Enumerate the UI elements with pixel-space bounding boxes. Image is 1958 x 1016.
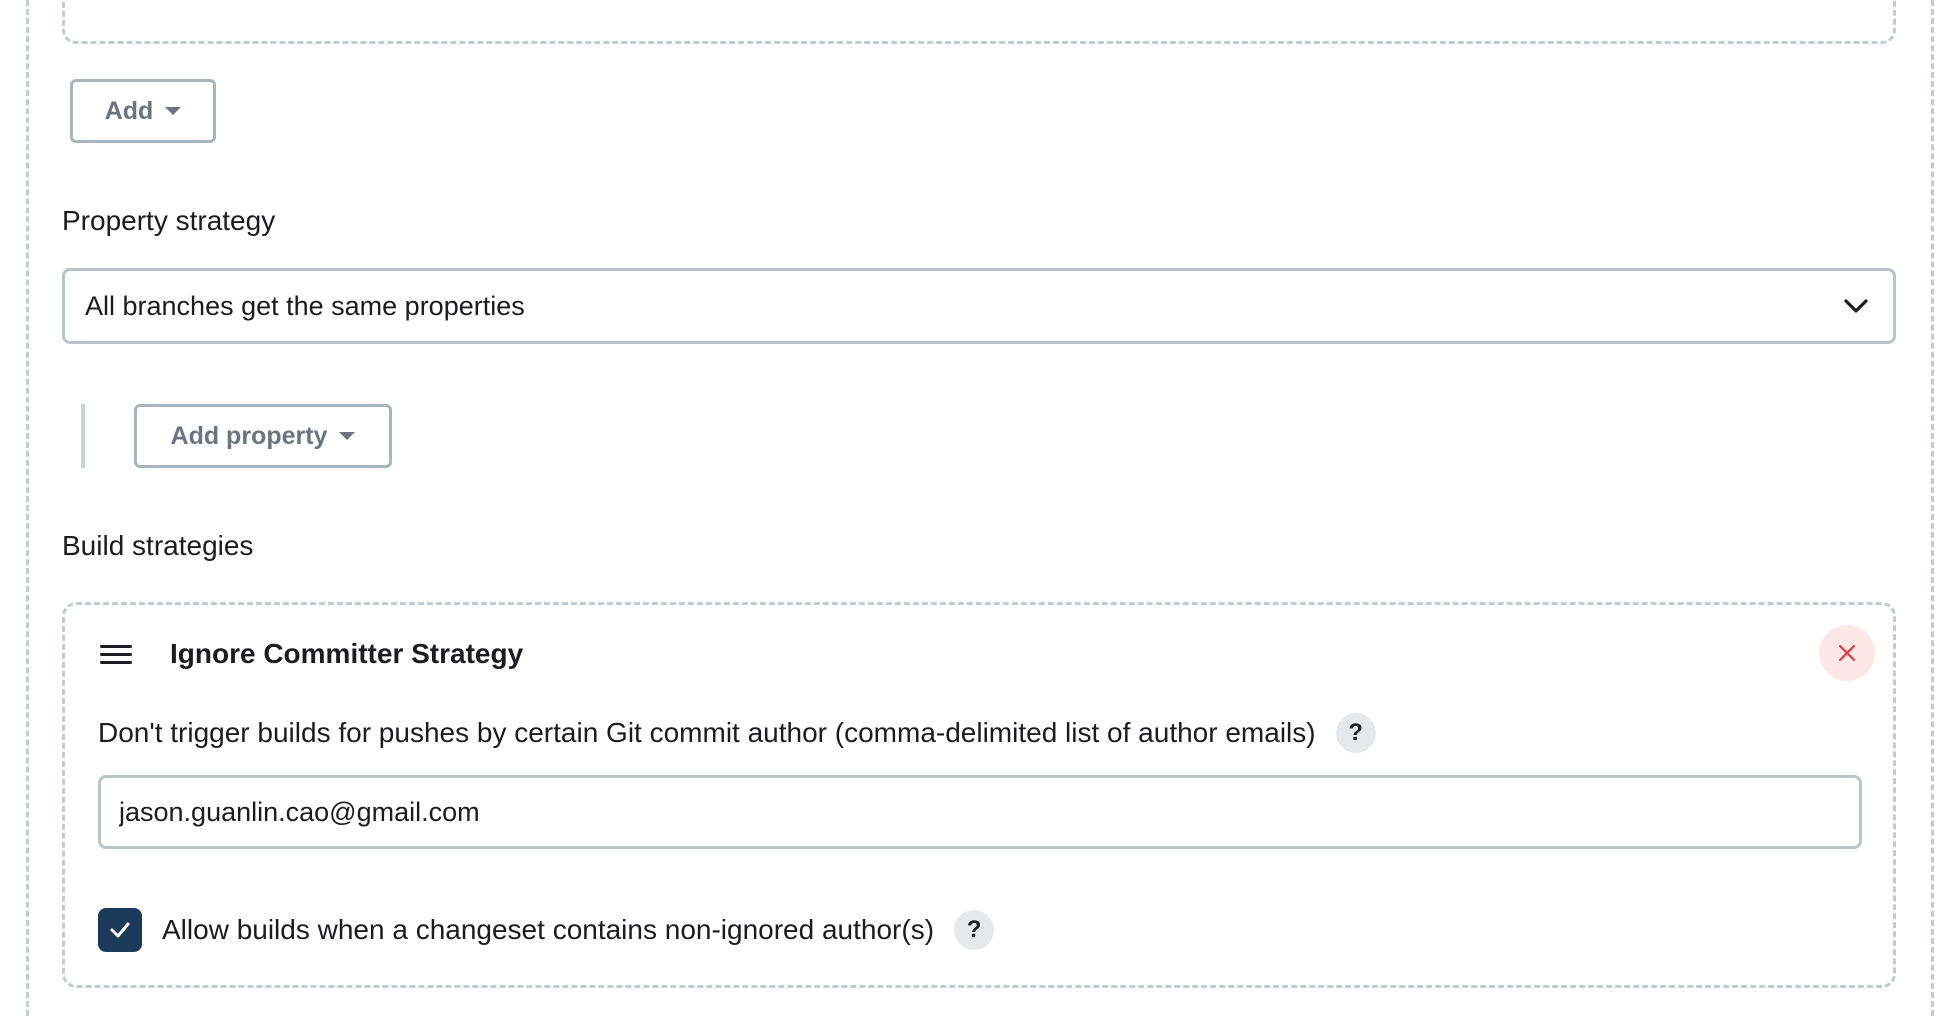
ignored-authors-label: Don't trigger builds for pushes by certa… [98, 717, 1316, 748]
add-button-label: Add [104, 96, 154, 125]
ignored-authors-input[interactable] [98, 775, 1862, 849]
page: Add Property strategy All branches get t… [0, 0, 1958, 1016]
checkmark-icon [110, 922, 130, 938]
allow-builds-label: Allow builds when a changeset contains n… [162, 914, 935, 945]
help-button-allow-builds[interactable]: ? [954, 910, 995, 950]
allow-builds-row: Allow builds when a changeset contains n… [98, 908, 995, 952]
property-strategy-label: Property strategy [62, 205, 276, 236]
caret-down-icon [165, 107, 182, 115]
add-button[interactable]: Add [70, 79, 216, 143]
property-strategy-selected-value: All branches get the same properties [85, 290, 525, 321]
caret-down-icon [339, 432, 356, 440]
drag-handle-icon[interactable] [100, 645, 132, 665]
strategy-title: Ignore Committer Strategy [170, 638, 524, 669]
chevron-down-icon [1844, 299, 1868, 313]
property-strategy-select[interactable]: All branches get the same properties [62, 268, 1896, 344]
add-property-button[interactable]: Add property [134, 404, 392, 468]
ignored-authors-label-row: Don't trigger builds for pushes by certa… [98, 713, 1376, 753]
container-dashed-border-right [1931, 0, 1934, 1016]
close-icon [1838, 644, 1856, 662]
container-dashed-border-left [26, 0, 29, 1016]
add-property-label: Add property [170, 421, 328, 450]
build-strategies-label: Build strategies [62, 530, 254, 561]
property-indent-line [81, 404, 85, 468]
remove-strategy-button[interactable] [1819, 625, 1875, 681]
allow-builds-checkbox[interactable] [98, 908, 142, 952]
previous-item-box [62, 0, 1896, 44]
help-button-ignored-authors[interactable]: ? [1335, 713, 1376, 753]
